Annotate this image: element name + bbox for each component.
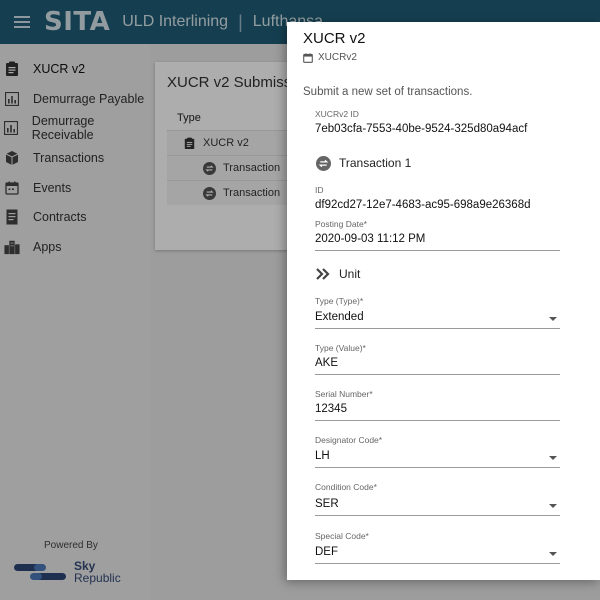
- posting-date-label: Posting Date*: [315, 219, 367, 229]
- dialog-subtitle: XUCRv2: [303, 52, 357, 63]
- serial-number-label: Serial Number*: [315, 389, 373, 399]
- chevron-down-icon[interactable]: [549, 456, 557, 460]
- transaction-id-value: df92cd27-12e7-4683-ac95-698a9e26368d: [315, 199, 531, 211]
- serial-number-field[interactable]: 12345: [315, 403, 347, 415]
- unit-heading-text: Unit: [339, 267, 361, 281]
- transaction-heading-text: Transaction 1: [339, 156, 412, 170]
- type-type-label: Type (Type)*: [315, 296, 364, 306]
- special-code-select[interactable]: DEF: [315, 546, 338, 558]
- special-code-label: Special Code*: [315, 531, 369, 541]
- designator-code-label: Designator Code*: [315, 435, 383, 445]
- transaction-heading: Transaction 1: [315, 155, 411, 171]
- dialog-title: XUCR v2: [303, 30, 366, 47]
- special-code-underline: [315, 563, 560, 564]
- swap-icon: [315, 155, 331, 171]
- xucr-id-label: XUCRv2 ID: [315, 109, 359, 119]
- type-type-select[interactable]: Extended: [315, 311, 364, 323]
- serial-number-underline: [315, 420, 560, 421]
- chevron-down-icon[interactable]: [549, 504, 557, 508]
- transaction-id-label: ID: [315, 185, 324, 195]
- calendar-icon: [303, 52, 313, 63]
- xucr-id-value: 7eb03cfa-7553-40be-9524-325d80a94acf: [315, 123, 528, 135]
- designator-code-select[interactable]: LH: [315, 450, 330, 462]
- unit-heading: Unit: [315, 266, 360, 282]
- type-value-underline: [315, 374, 560, 375]
- type-type-underline: [315, 328, 560, 329]
- double-chevron-right-icon: [315, 266, 331, 282]
- designator-code-underline: [315, 467, 560, 468]
- condition-code-underline: [315, 515, 560, 516]
- xucr-dialog: XUCR v2 XUCRv2 Submit a new set of trans…: [287, 22, 600, 580]
- dialog-description: Submit a new set of transactions.: [303, 86, 473, 98]
- chevron-down-icon[interactable]: [549, 317, 557, 321]
- chevron-down-icon[interactable]: [549, 552, 557, 556]
- condition-code-select[interactable]: SER: [315, 498, 339, 510]
- type-value-field[interactable]: AKE: [315, 357, 338, 369]
- posting-date-field[interactable]: 2020-09-03 11:12 PM: [315, 233, 425, 245]
- type-value-label: Type (Value)*: [315, 343, 366, 353]
- dialog-subtitle-text: XUCRv2: [318, 52, 357, 63]
- posting-date-underline: [315, 250, 560, 251]
- condition-code-label: Condition Code*: [315, 482, 377, 492]
